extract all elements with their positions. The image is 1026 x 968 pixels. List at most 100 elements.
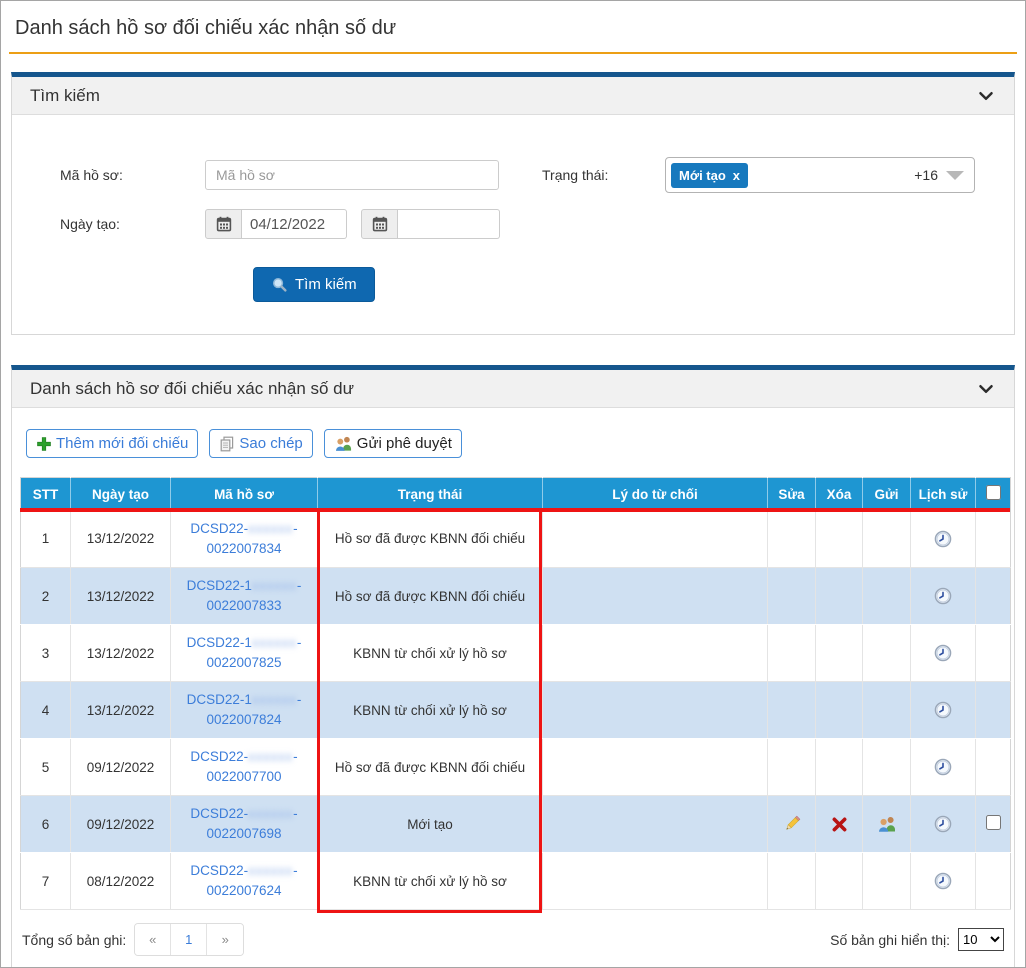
cell-status: Hồ sơ đã được KBNN đối chiếu: [317, 510, 543, 568]
people-icon: [334, 435, 353, 452]
record-link[interactable]: DCSD22-xxxxxx- 0022007698: [190, 806, 297, 841]
cell-status: KBNN từ chối xử lý hồ sơ: [317, 852, 543, 910]
search-panel-header[interactable]: Tìm kiếm: [12, 77, 1014, 115]
cell-history: [910, 852, 976, 910]
records-table: STT Ngày tạo Mã hồ sơ Trạng thái Lý do t…: [20, 477, 1011, 910]
chevron-down-icon[interactable]: [976, 86, 996, 106]
plus-icon: [36, 436, 52, 452]
chevron-down-icon[interactable]: [976, 379, 996, 399]
list-panel: Danh sách hồ sơ đối chiếu xác nhận số dư…: [11, 365, 1015, 967]
redacted-text: xxxxxx: [251, 692, 297, 708]
send-approval-button[interactable]: Gửi phê duyệt: [323, 429, 462, 458]
record-link[interactable]: DCSD22-1xxxxxx- 0022007825: [187, 635, 302, 670]
dropdown-arrow-icon[interactable]: [946, 170, 964, 180]
status-tag-remove-icon[interactable]: x: [733, 168, 740, 183]
col-send: Gửi: [862, 477, 911, 511]
col-stt: STT: [20, 477, 71, 511]
add-reconciliation-button[interactable]: Thêm mới đối chiếu: [26, 429, 199, 458]
edit-pencil-icon[interactable]: [782, 814, 802, 834]
list-footer: Tổng số bản ghi: « 1 » Số bản ghi hiển t…: [12, 910, 1014, 967]
cell-edit: [767, 510, 816, 568]
title-divider: [9, 52, 1017, 54]
date-to-input[interactable]: [398, 209, 500, 239]
record-link[interactable]: DCSD22-1xxxxxx- 0022007824: [187, 692, 302, 727]
col-history: Lịch sử: [910, 477, 976, 511]
cell-date: 13/12/2022: [70, 567, 171, 625]
cell-history: [910, 510, 976, 568]
status-multiselect[interactable]: Mới tạo x +16: [665, 157, 975, 193]
search-icon: [271, 276, 288, 293]
date-label: Ngày tạo:: [60, 216, 120, 232]
copy-button[interactable]: Sao chép: [209, 429, 313, 458]
record-link[interactable]: DCSD22-1xxxxxx- 0022007833: [187, 578, 302, 613]
row-checkbox[interactable]: [985, 815, 1001, 830]
calendar-icon[interactable]: [205, 209, 242, 239]
cell-history: [910, 567, 976, 625]
record-link[interactable]: DCSD22-xxxxxx- 0022007700: [190, 749, 297, 784]
cell-send: [862, 795, 911, 853]
record-link[interactable]: DCSD22-xxxxxx- 0022007624: [190, 863, 297, 898]
cell-delete: [815, 852, 863, 910]
search-row-1: Mã hồ sơ: Trạng thái: Mới tạo x +16: [60, 157, 1014, 193]
history-clock-icon[interactable]: [934, 758, 952, 776]
table-row: 4 13/12/2022 DCSD22-1xxxxxx- 0022007824 K…: [20, 681, 1011, 739]
cell-history: [910, 795, 976, 853]
redacted-text: xxxxxx: [251, 578, 297, 594]
cell-reason: [542, 852, 768, 910]
list-panel-title: Danh sách hồ sơ đối chiếu xác nhận số dư: [30, 378, 355, 398]
history-clock-icon[interactable]: [934, 815, 952, 833]
table-row: 5 09/12/2022 DCSD22-xxxxxx- 0022007700 Hồ…: [20, 738, 1011, 796]
history-clock-icon[interactable]: [934, 530, 952, 548]
status-tag-label: Mới tạo: [679, 167, 726, 183]
table-header-row: STT Ngày tạo Mã hồ sơ Trạng thái Lý do t…: [20, 477, 1011, 511]
search-button-label: Tìm kiếm: [295, 276, 357, 293]
search-form: Mã hồ sơ: Trạng thái: Mới tạo x +16 Ngày…: [12, 115, 1014, 334]
page-number-button[interactable]: 1: [171, 924, 208, 955]
table-row: 3 13/12/2022 DCSD22-1xxxxxx- 0022007825 K…: [20, 624, 1011, 682]
search-row-2: Ngày tạo:: [60, 209, 1014, 239]
page-size-select[interactable]: 10: [958, 928, 1004, 951]
delete-x-icon[interactable]: [832, 817, 847, 832]
cell-history: [910, 624, 976, 682]
cell-reason: [542, 624, 768, 682]
col-reason: Lý do từ chối: [542, 477, 768, 511]
cell-edit: [767, 738, 816, 796]
calendar-icon[interactable]: [361, 209, 398, 239]
total-records-label: Tổng số bản ghi:: [22, 931, 127, 948]
history-clock-icon[interactable]: [934, 587, 952, 605]
redacted-text: xxxxxx: [248, 863, 294, 879]
cell-code: DCSD22-xxxxxx- 0022007834: [170, 510, 318, 568]
cell-edit: [767, 852, 816, 910]
cell-status: KBNN từ chối xử lý hồ sơ: [317, 681, 543, 739]
record-link[interactable]: DCSD22-xxxxxx- 0022007834: [190, 521, 297, 556]
cell-select: [975, 567, 1011, 625]
select-all-checkbox[interactable]: [985, 485, 1001, 501]
cell-select: [975, 510, 1011, 568]
copy-icon: [219, 436, 235, 452]
page-prev-button[interactable]: «: [135, 924, 172, 955]
copy-label: Sao chép: [239, 435, 303, 452]
history-clock-icon[interactable]: [934, 872, 952, 890]
history-clock-icon[interactable]: [934, 701, 952, 719]
cell-code: DCSD22-xxxxxx- 0022007624: [170, 852, 318, 910]
col-date: Ngày tạo: [70, 477, 171, 511]
cell-code: DCSD22-1xxxxxx- 0022007824: [170, 681, 318, 739]
page-next-button[interactable]: »: [207, 924, 244, 955]
send-people-icon[interactable]: [877, 815, 897, 833]
code-input[interactable]: [205, 160, 499, 190]
history-clock-icon[interactable]: [934, 644, 952, 662]
send-approval-label: Gửi phê duyệt: [356, 435, 452, 452]
pagination: « 1 »: [134, 923, 245, 956]
search-button[interactable]: Tìm kiếm: [253, 267, 375, 302]
list-panel-header[interactable]: Danh sách hồ sơ đối chiếu xác nhận số dư: [12, 370, 1014, 408]
cell-edit: [767, 795, 816, 853]
cell-stt: 4: [20, 681, 71, 739]
cell-send: [862, 852, 911, 910]
date-from-group: [205, 209, 500, 239]
cell-code: DCSD22-1xxxxxx- 0022007825: [170, 624, 318, 682]
code-label: Mã hồ sơ:: [60, 167, 123, 183]
redacted-text: xxxxxx: [248, 520, 294, 536]
cell-delete: [815, 510, 863, 568]
cell-history: [910, 681, 976, 739]
date-from-input[interactable]: [242, 209, 347, 239]
